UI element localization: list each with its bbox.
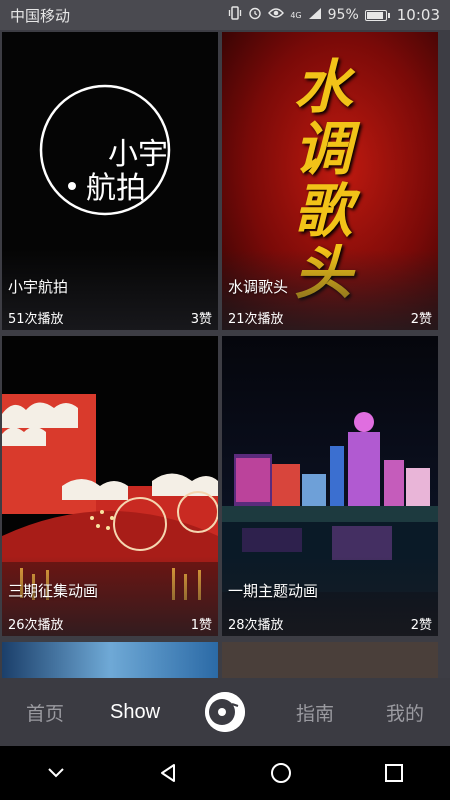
video-card-5[interactable] xyxy=(2,642,218,680)
network-type: 4G xyxy=(290,10,302,20)
battery-icon xyxy=(364,9,390,21)
like-count: 3赞 xyxy=(190,312,212,327)
video-card-1[interactable]: 小宇 航拍 小宇航拍 51次播放 3赞 xyxy=(2,32,218,330)
back-icon[interactable] xyxy=(149,753,189,793)
recent-apps-icon[interactable] xyxy=(374,753,414,793)
vibrate-icon xyxy=(228,6,242,24)
like-count: 2赞 xyxy=(410,312,432,327)
signal-icon xyxy=(308,7,322,24)
video-card-6[interactable] xyxy=(222,642,438,680)
music-button[interactable] xyxy=(180,692,270,732)
bottom-nav: 首页 Show 指南 我的 xyxy=(0,678,450,746)
app-root: 中国移动 4G 95% 10:03 小宇 航拍 小宇航拍 51次播放 3赞 水调… xyxy=(0,0,450,800)
video-card-4[interactable]: 一期主题动画 28次播放 2赞 xyxy=(222,336,438,636)
nav-show[interactable]: Show xyxy=(90,701,180,724)
carrier-name: 中国移动 xyxy=(10,6,71,25)
video-title: 水调歌头 xyxy=(228,278,289,296)
nav-home[interactable]: 首页 xyxy=(0,699,90,726)
logo-text: 小宇 航拍 xyxy=(86,138,168,206)
logo-text-line-2: 航拍 xyxy=(86,171,146,206)
status-bar: 中国移动 4G 95% 10:03 xyxy=(0,0,450,30)
home-icon[interactable] xyxy=(261,753,301,793)
video-card-3[interactable]: 三期征集动画 26次播放 1赞 xyxy=(2,336,218,636)
play-count: 51次播放 xyxy=(8,312,64,327)
battery-percent: 95% xyxy=(327,7,359,23)
status-icons: 4G 95% 10:03 xyxy=(228,6,440,24)
system-nav-bar xyxy=(0,746,450,800)
video-title: 一期主题动画 xyxy=(228,582,319,600)
logo-text-line-1: 小宇 xyxy=(108,137,168,172)
video-grid: 小宇 航拍 小宇航拍 51次播放 3赞 水调歌头 水调歌头 21次播放 2赞 xyxy=(0,30,450,680)
nav-guide[interactable]: 指南 xyxy=(270,699,360,726)
play-count: 26次播放 xyxy=(8,618,64,633)
eye-icon xyxy=(268,7,285,23)
like-count: 2赞 xyxy=(410,618,432,633)
like-count: 1赞 xyxy=(190,618,212,633)
music-disc-icon xyxy=(205,692,245,732)
play-count: 21次播放 xyxy=(228,312,284,327)
video-title: 小宇航拍 xyxy=(8,278,69,296)
nav-mine[interactable]: 我的 xyxy=(360,699,450,726)
collapse-icon[interactable] xyxy=(36,753,76,793)
video-title: 三期征集动画 xyxy=(8,582,99,600)
alarm-icon xyxy=(248,6,262,24)
play-count: 28次播放 xyxy=(228,618,284,633)
video-card-2[interactable]: 水调歌头 水调歌头 21次播放 2赞 xyxy=(222,32,438,330)
status-time: 10:03 xyxy=(396,6,440,24)
